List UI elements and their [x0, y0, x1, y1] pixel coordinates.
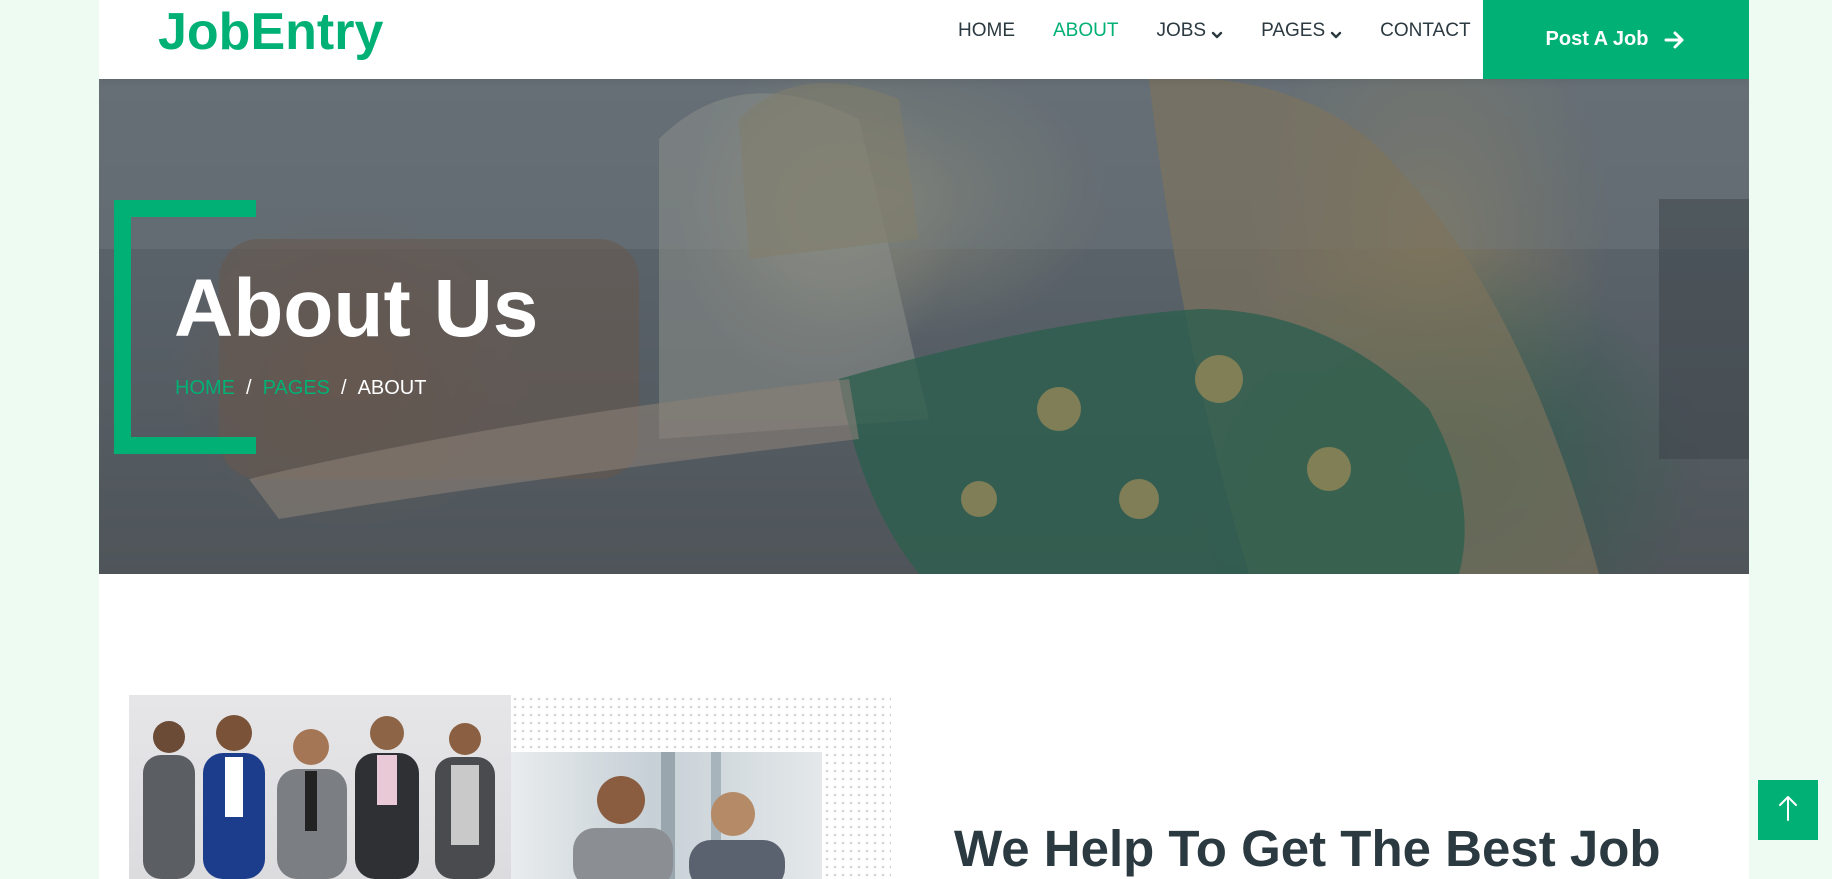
- office-photo: [511, 752, 822, 879]
- nav-menu: HOME ABOUT JOBS PAGES CONTACT: [958, 18, 1509, 44]
- chevron-down-icon: [1330, 25, 1342, 39]
- back-to-top-button[interactable]: [1758, 780, 1818, 840]
- team-photo: [129, 695, 511, 879]
- nav-item-jobs[interactable]: JOBS: [1156, 20, 1223, 42]
- nav-item-pages[interactable]: PAGES: [1261, 20, 1342, 42]
- arrow-up-icon: [1777, 794, 1799, 827]
- nav-item-label: JOBS: [1156, 20, 1207, 41]
- post-a-job-button[interactable]: Post A Job: [1483, 0, 1749, 79]
- breadcrumb-pages[interactable]: PAGES: [263, 377, 330, 400]
- page-container: JobEntry HOME ABOUT JOBS PAGES CONTACT P…: [99, 0, 1749, 879]
- nav-item-label: HOME: [958, 20, 1015, 41]
- breadcrumb-home[interactable]: HOME: [175, 377, 235, 400]
- nav-item-contact[interactable]: CONTACT: [1380, 20, 1470, 42]
- nav-item-about[interactable]: ABOUT: [1053, 20, 1118, 42]
- breadcrumb-separator: /: [246, 377, 252, 399]
- nav-item-home[interactable]: HOME: [958, 20, 1015, 42]
- nav-item-label: ABOUT: [1053, 20, 1119, 41]
- page-header-hero: About Us HOME / PAGES / ABOUT: [99, 79, 1749, 574]
- navbar: JobEntry HOME ABOUT JOBS PAGES CONTACT P…: [99, 0, 1749, 79]
- nav-item-label: CONTACT: [1380, 20, 1471, 41]
- post-a-job-label: Post A Job: [1545, 28, 1649, 50]
- brand-logo[interactable]: JobEntry: [158, 4, 383, 60]
- nav-item-label: PAGES: [1261, 20, 1326, 41]
- breadcrumb: HOME / PAGES / ABOUT: [175, 377, 426, 400]
- arrow-right-icon: [1664, 30, 1686, 50]
- breadcrumb-separator: /: [341, 377, 347, 399]
- about-heading: We Help To Get The Best Job: [954, 820, 1661, 877]
- breadcrumb-current: ABOUT: [357, 377, 427, 399]
- chevron-down-icon: [1211, 25, 1223, 39]
- page-title: About Us: [174, 263, 539, 354]
